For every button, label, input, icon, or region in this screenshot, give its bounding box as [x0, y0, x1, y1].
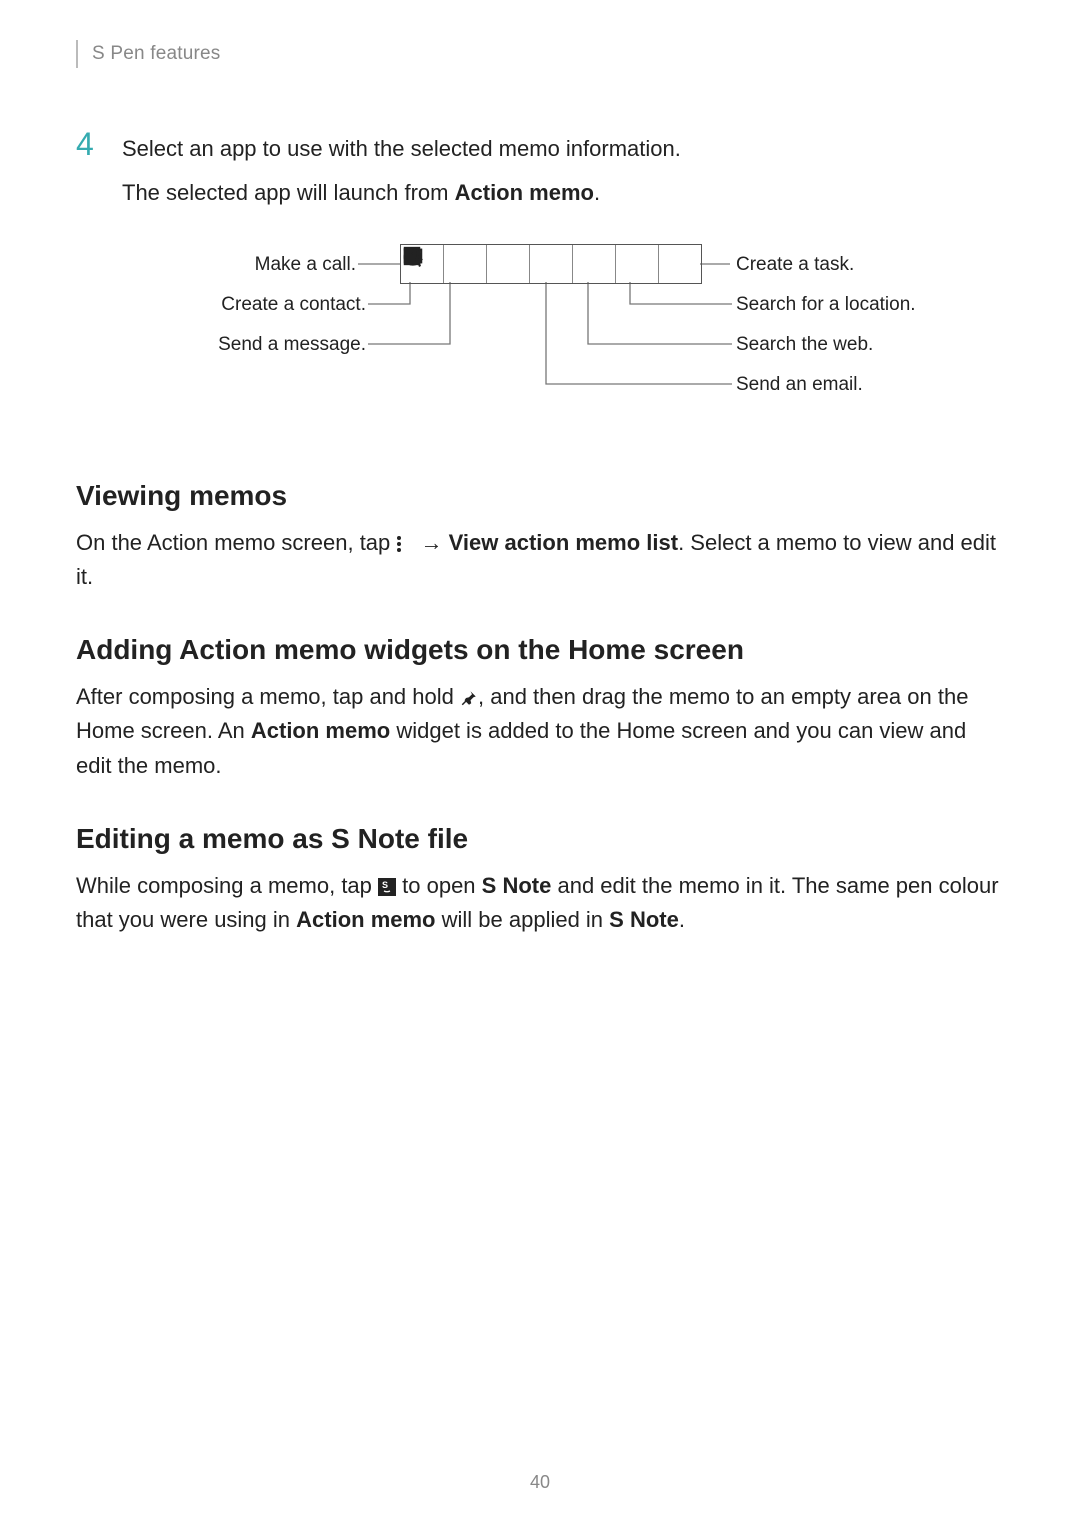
label-search-location: Search for a location.	[736, 294, 916, 316]
message-icon	[487, 245, 530, 283]
step-line-1: Select an app to use with the selected m…	[122, 132, 681, 166]
step-number: 4	[76, 128, 122, 210]
para-viewing-memos: On the Action memo screen, tap → View ac…	[76, 526, 1004, 594]
task-icon	[659, 245, 701, 283]
step-text: Select an app to use with the selected m…	[122, 128, 681, 210]
label-make-call: Make a call.	[160, 254, 356, 276]
page-number: 40	[0, 1472, 1080, 1493]
pin-icon	[460, 689, 478, 707]
step-4: 4 Select an app to use with the selected…	[76, 128, 1004, 210]
location-icon	[616, 245, 659, 283]
chapter-title: S Pen features	[92, 43, 221, 65]
at-icon	[530, 245, 573, 283]
action-icon-row	[400, 244, 702, 284]
heading-adding-widgets: Adding Action memo widgets on the Home s…	[76, 634, 1004, 666]
web-icon	[573, 245, 616, 283]
action-memo-diagram: Make a call. Create a contact. Send a me…	[160, 240, 920, 440]
more-options-icon	[396, 535, 414, 553]
step-line-2: The selected app will launch from Action…	[122, 176, 681, 210]
contact-icon	[444, 245, 487, 283]
label-create-contact: Create a contact.	[160, 294, 366, 316]
page-header: S Pen features	[76, 40, 1004, 68]
para-editing-snote: While composing a memo, tap S to open S …	[76, 869, 1004, 937]
heading-editing-snote: Editing a memo as S Note file	[76, 823, 1004, 855]
label-send-message: Send a message.	[160, 334, 366, 356]
para-adding-widgets: After composing a memo, tap and hold , a…	[76, 680, 1004, 782]
snote-icon: S	[378, 878, 396, 896]
heading-viewing-memos: Viewing memos	[76, 480, 1004, 512]
label-send-email: Send an email.	[736, 374, 863, 396]
label-search-web: Search the web.	[736, 334, 873, 356]
label-create-task: Create a task.	[736, 254, 854, 276]
header-mark-icon	[76, 40, 78, 68]
svg-text:S: S	[382, 880, 388, 890]
